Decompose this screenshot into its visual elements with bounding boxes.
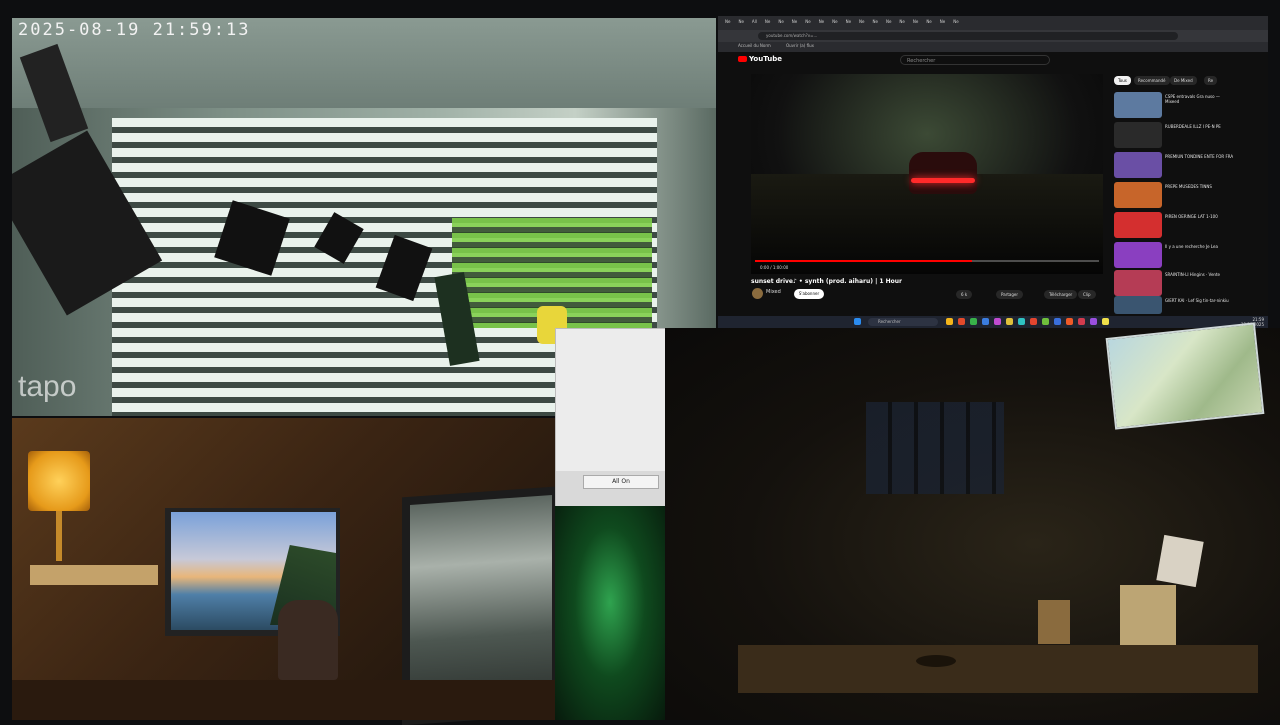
app-icon[interactable] [1030, 318, 1037, 325]
room-cup [1038, 600, 1070, 644]
browser-tab[interactable]: All [749, 16, 760, 30]
channel-name[interactable]: Mixed [766, 289, 781, 295]
camera-timestamp: 2025-08-19 21:59:13 [18, 20, 251, 40]
app-icon[interactable] [1102, 318, 1109, 325]
app-icon[interactable] [1066, 318, 1073, 325]
shelf [30, 565, 158, 585]
room-bag [1156, 534, 1204, 588]
all-on-button[interactable]: All On [583, 475, 659, 489]
room-window [866, 402, 1004, 494]
bookmark-item[interactable]: Accueil du Norm [738, 43, 771, 48]
recommendation-thumbnail[interactable] [1114, 296, 1162, 314]
app-icon[interactable] [958, 318, 965, 325]
video-player[interactable] [751, 74, 1103, 274]
app-icon[interactable] [1090, 318, 1097, 325]
video-progress-bar[interactable] [755, 260, 1099, 262]
app-icon[interactable] [1042, 318, 1049, 325]
desk [12, 680, 555, 720]
browser-tab[interactable]: Ne [937, 16, 948, 30]
browser-tab[interactable]: Ne [722, 16, 733, 30]
youtube-search-input[interactable]: Rechercher [900, 55, 1050, 65]
taskbar-search[interactable]: Rechercher [868, 318, 938, 326]
recommendation-title[interactable]: PIREN OERINGE LAT 1-100 [1165, 214, 1235, 219]
subscribe-button[interactable]: S'abonner [794, 289, 824, 299]
youtube-logo-text: YouTube [749, 55, 782, 63]
start-icon[interactable] [854, 318, 861, 325]
browser-tab[interactable]: Ne [856, 16, 867, 30]
lamp-stand [56, 511, 62, 561]
browser-tab[interactable]: Ne [896, 16, 907, 30]
floating-photo [1105, 322, 1265, 430]
browser-tab[interactable]: Ne [789, 16, 800, 30]
browser-tab[interactable]: Ne [883, 16, 894, 30]
browser-tab[interactable]: Ne [910, 16, 921, 30]
app-icon[interactable] [994, 318, 1001, 325]
recommendation-title[interactable]: Il y a une recherche Je Lea [1165, 244, 1235, 249]
share-button[interactable]: Partager [996, 290, 1023, 299]
browser-tab[interactable]: Ne [923, 16, 934, 30]
browser-tab[interactable]: Ne [870, 16, 881, 30]
browser-tab-strip: Ne Ne All Ne Ne Ne Ne Ne Ne Ne Ne Ne Ne … [718, 16, 1268, 30]
channel-avatar[interactable] [752, 288, 763, 299]
room-table [738, 645, 1258, 693]
table-object [916, 655, 956, 667]
recommendation-thumbnail[interactable] [1114, 212, 1162, 238]
app-icon[interactable] [982, 318, 989, 325]
app-icon[interactable] [1006, 318, 1013, 325]
video-car [909, 152, 977, 194]
recommendation-thumbnail[interactable] [1114, 182, 1162, 208]
camera-watermark: tapo [18, 370, 77, 403]
green-light [555, 506, 665, 720]
youtube-play-icon [738, 56, 747, 62]
filter-chip-all[interactable]: Tous [1114, 76, 1131, 85]
video-time: 0:00 / 1:00:00 [760, 265, 789, 270]
browser-tab[interactable]: Ne [829, 16, 840, 30]
recommendation-thumbnail[interactable] [1114, 270, 1162, 296]
app-icon[interactable] [970, 318, 977, 325]
recommendation-thumbnail[interactable] [1114, 242, 1162, 268]
recommendation-title[interactable]: PREMIUN TONDINE ENTE FOR FRA [1165, 154, 1235, 159]
app-icon[interactable] [1054, 318, 1061, 325]
browser-tab[interactable]: Ne [762, 16, 773, 30]
filter-chip[interactable]: Re [1204, 76, 1218, 85]
download-button[interactable]: Télécharger [1044, 290, 1078, 299]
recommendation-thumbnail[interactable] [1114, 92, 1162, 118]
figurines [278, 600, 338, 680]
app-icon[interactable] [1018, 318, 1025, 325]
browser-window: Ne Ne All Ne Ne Ne Ne Ne Ne Ne Ne Ne Ne … [718, 16, 1268, 328]
app-icon[interactable] [1078, 318, 1085, 325]
browser-tab[interactable]: Ne [735, 16, 746, 30]
clip-button[interactable]: Clip [1078, 290, 1096, 299]
youtube-logo[interactable]: YouTube [738, 55, 782, 63]
like-button[interactable]: 6 k [956, 290, 973, 299]
browser-tab[interactable]: Ne [843, 16, 854, 30]
browser-tab[interactable]: Ne [775, 16, 786, 30]
recommendation-title[interactable]: SRAINTIN-LI Hingins · Vente [1165, 272, 1235, 277]
recommendation-thumbnail[interactable] [1114, 122, 1162, 148]
url-input[interactable]: youtube.com/watch?v=... [758, 32, 1178, 40]
bookmarks-bar: Accueil du Norm Ouvrir (a) flux [718, 42, 1268, 52]
video-title: sunset drive♪ • synth (prod. aiharu) | 1… [751, 278, 903, 285]
video-car-taillight [911, 178, 975, 183]
recommendation-title[interactable]: PREPE MUSEDES TINNS [1165, 184, 1235, 189]
bookmark-item[interactable]: Ouvrir (a) flux [786, 43, 814, 48]
recommendation-title[interactable]: CSPE entravals Gra nuso — Mixeed [1165, 94, 1235, 104]
recommendation-title[interactable]: GIERT KAI · Lef Sig tin-tar-ninkiu [1165, 298, 1235, 303]
recommendation-title[interactable]: RUBERDEALE ILLZ I PE-N PE [1165, 124, 1235, 129]
browser-tab[interactable]: Ne [802, 16, 813, 30]
browser-tab[interactable]: Ne [816, 16, 827, 30]
lamp-shade [28, 451, 90, 511]
filter-chip[interactable]: De Mixed [1170, 76, 1197, 85]
room-box [1120, 585, 1176, 645]
folder-icon[interactable] [946, 318, 953, 325]
filter-chip[interactable]: Recommandé [1134, 76, 1170, 85]
windows-taskbar [718, 316, 1268, 328]
recommendation-thumbnail[interactable] [1114, 152, 1162, 178]
browser-tab[interactable]: Ne [950, 16, 961, 30]
